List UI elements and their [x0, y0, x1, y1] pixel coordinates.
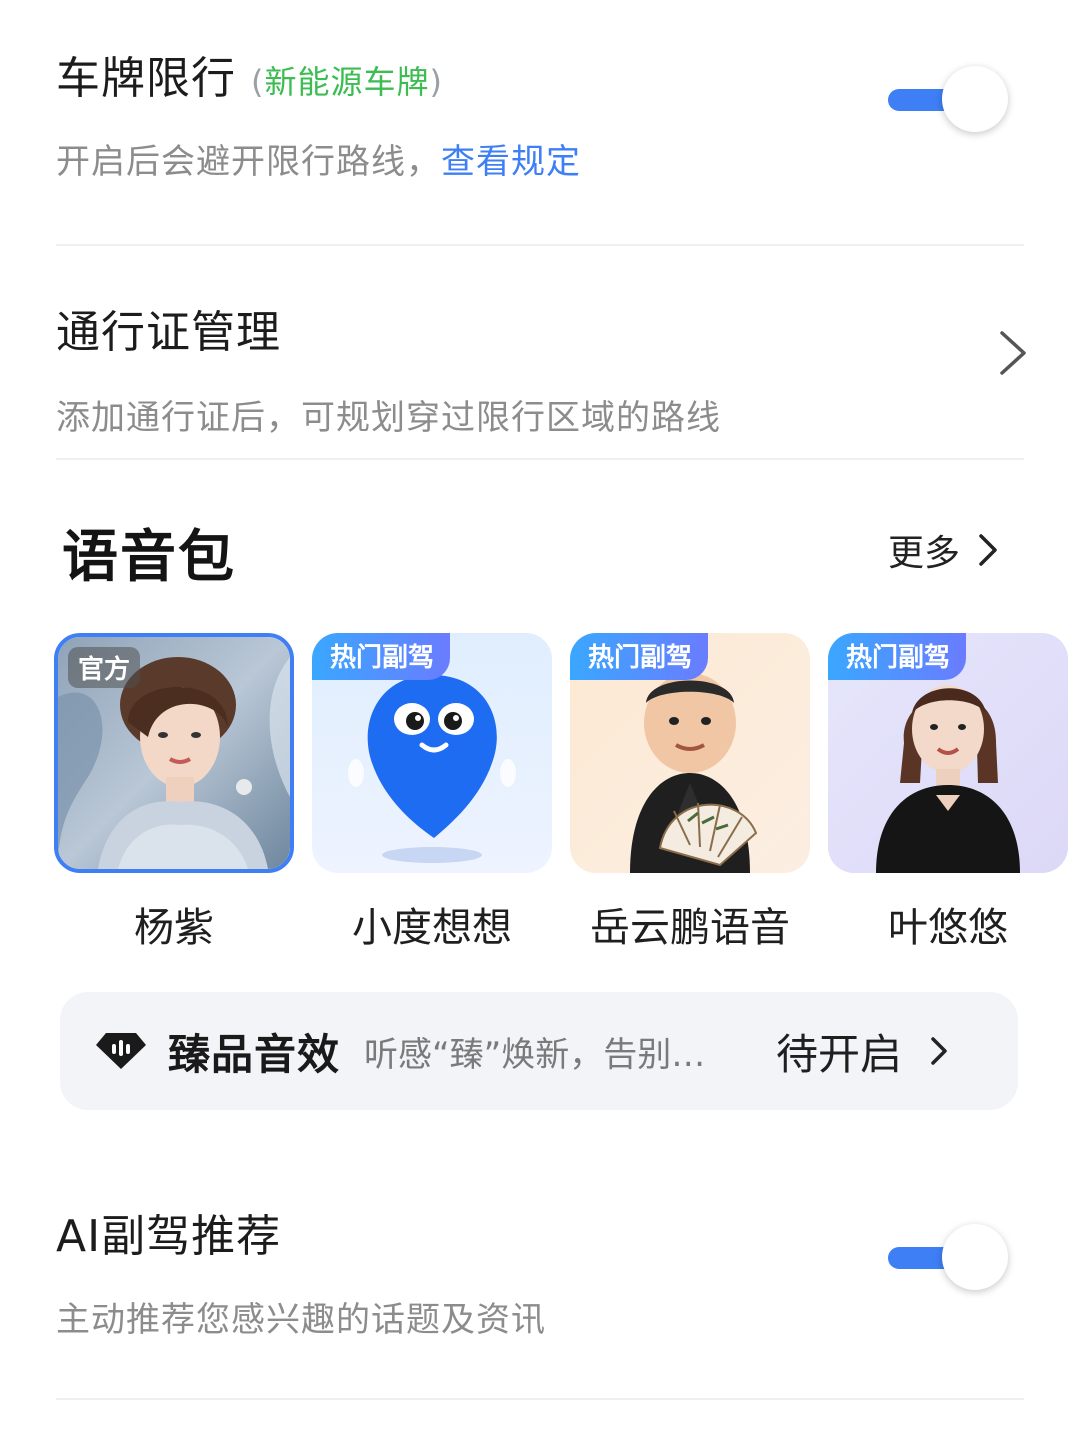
sound-effect-name: 臻品音效: [168, 1029, 341, 1079]
chevron-right-icon: [931, 1037, 947, 1065]
voice-pack-section-title: 语音包: [62, 525, 236, 590]
pass-management-title: 通行证管理: [56, 307, 281, 358]
premium-sound-effect-bar[interactable]: 臻品音效 听感“臻”焕新，告别… 待开启: [60, 992, 1018, 1110]
view-rules-link[interactable]: 查看规定: [441, 142, 581, 182]
divider: [56, 1398, 1024, 1400]
ai-copilot-desc: 主动推荐您感兴趣的话题及资讯: [56, 1300, 546, 1340]
plate-restriction-desc: 开启后会避开限行路线，查看规定: [56, 134, 1024, 183]
more-button[interactable]: 更多: [888, 524, 998, 576]
voice-pack-list: 官方 热门副驾 热门副驾 热门副驾: [54, 633, 1080, 873]
sound-effect-icon: [96, 1033, 146, 1069]
tag-open-paren: (: [251, 63, 265, 101]
voice-pack-name[interactable]: 岳云鹏语音: [561, 895, 819, 953]
plate-restriction-row: 车牌限行 (新能源车牌) 开启后会避开限行路线，查看规定: [56, 42, 1024, 183]
official-badge: 官方: [68, 647, 141, 688]
plate-restriction-toggle[interactable]: [888, 66, 1008, 136]
divider: [56, 244, 1024, 246]
chevron-right-icon: [979, 534, 997, 566]
voice-pack-card-yangzi[interactable]: 官方: [54, 633, 294, 873]
voice-pack-card-yueyunpeng[interactable]: 热门副驾: [570, 633, 810, 873]
hot-copilot-badge: 热门副驾: [828, 633, 967, 680]
voice-pack-name[interactable]: 杨紫: [45, 895, 303, 953]
hot-copilot-badge: 热门副驾: [312, 633, 451, 680]
voice-pack-card-yeyouyou[interactable]: 热门副驾: [828, 633, 1068, 873]
pass-management-row[interactable]: 通行证管理 添加通行证后，可规划穿过限行区域的路线: [56, 296, 1024, 439]
ai-copilot-toggle[interactable]: [888, 1224, 1008, 1294]
plate-restriction-title: 车牌限行 (新能源车牌): [56, 42, 1024, 106]
ai-copilot-row: AI副驾推荐 主动推荐您感兴趣的话题及资讯: [56, 1200, 1024, 1341]
toggle-knob: [942, 1224, 1008, 1290]
toggle-knob: [942, 66, 1008, 132]
voice-pack-name[interactable]: 小度想想: [303, 895, 561, 953]
plate-restriction-label: 车牌限行: [56, 53, 236, 104]
ai-copilot-title: AI副驾推荐: [56, 1211, 282, 1262]
plate-type-tag: (新能源车牌): [251, 63, 443, 101]
hot-copilot-badge: 热门副驾: [570, 633, 709, 680]
sound-effect-status: 待开启: [776, 1029, 903, 1079]
divider: [56, 458, 1024, 460]
voice-pack-card-xiaodu[interactable]: 热门副驾: [312, 633, 552, 873]
chevron-right-icon[interactable]: [998, 330, 1028, 376]
sound-effect-desc: 听感“臻”焕新，告别…: [364, 1034, 706, 1075]
more-label: 更多: [887, 533, 960, 574]
voice-pack-names: 杨紫 小度想想 岳云鹏语音 叶悠悠: [54, 895, 1080, 951]
plate-type-text: 新能源车牌: [264, 63, 430, 101]
voice-pack-name[interactable]: 叶悠悠: [819, 895, 1077, 953]
pass-management-desc: 添加通行证后，可规划穿过限行区域的路线: [56, 398, 721, 438]
tag-close-paren: ): [429, 63, 443, 101]
plate-desc-text: 开启后会避开限行路线，: [56, 142, 441, 182]
